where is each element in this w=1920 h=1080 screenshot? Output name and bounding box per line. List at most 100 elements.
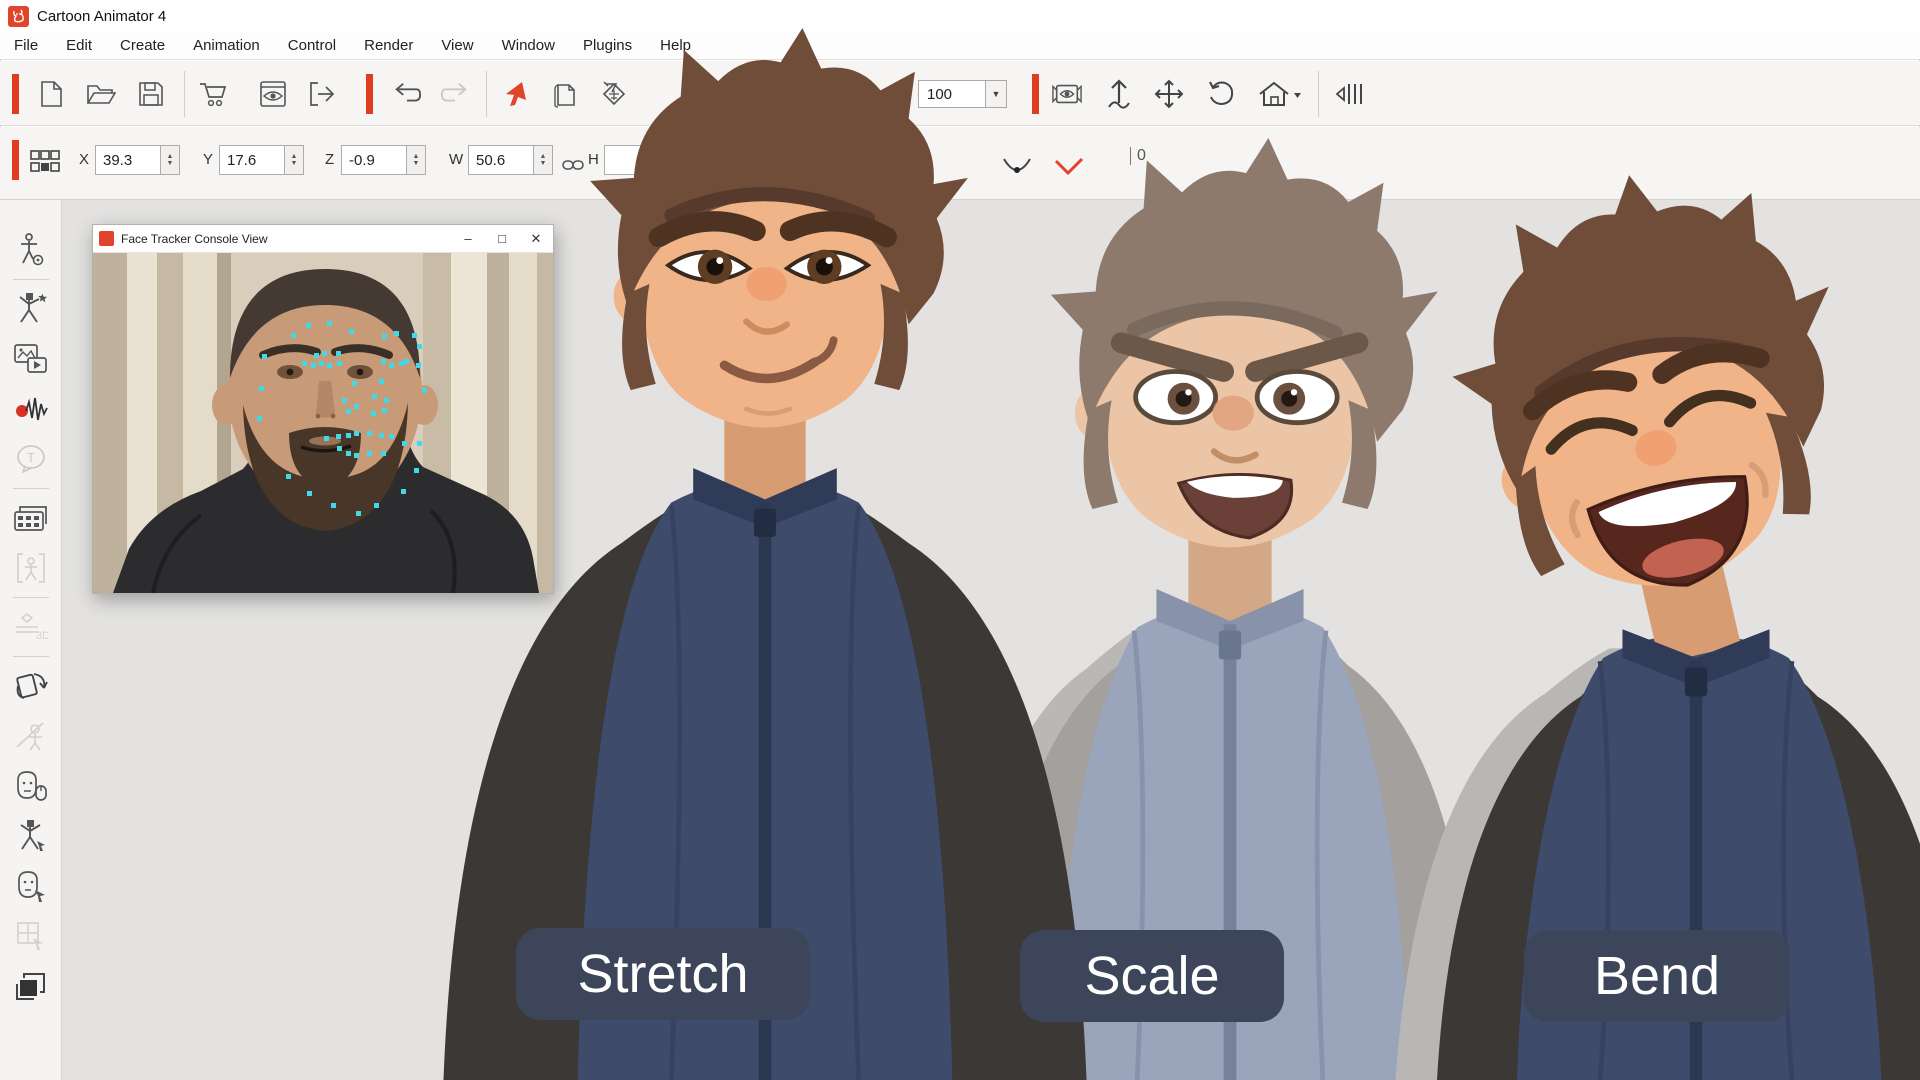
face-tracker-titlebar[interactable]: Face Tracker Console View – □ ✕ bbox=[93, 225, 553, 253]
tracking-dot bbox=[322, 351, 327, 356]
tracking-dot bbox=[259, 386, 264, 391]
sidebar-motion-capture bbox=[9, 546, 53, 590]
new-project-button[interactable] bbox=[36, 79, 66, 109]
hand-figure-icon bbox=[15, 721, 47, 751]
sidebar-divider bbox=[13, 597, 49, 598]
open-project-button[interactable] bbox=[86, 79, 116, 109]
menu-edit[interactable]: Edit bbox=[52, 37, 106, 54]
angle-value-field[interactable]: 0 bbox=[1130, 147, 1146, 165]
toolbar-red-separator bbox=[1032, 74, 1039, 114]
undo-button[interactable] bbox=[392, 79, 422, 109]
toolbar-red-separator bbox=[12, 140, 19, 180]
layout-grid-icon bbox=[30, 150, 60, 174]
title-bar[interactable]: Cartoon Animator 4 bbox=[0, 0, 1920, 32]
sidebar-grid-select bbox=[9, 914, 53, 958]
maximize-button[interactable]: □ bbox=[485, 225, 519, 253]
sidebar-actor-setup[interactable] bbox=[9, 228, 53, 272]
export-button[interactable] bbox=[308, 79, 338, 109]
h-field[interactable] bbox=[604, 145, 670, 175]
x-spinner[interactable]: ▲▼ bbox=[161, 145, 180, 175]
z-spinner[interactable]: ▲▼ bbox=[407, 145, 426, 175]
opacity-value: 100 bbox=[927, 86, 952, 103]
rotate-tool-button[interactable] bbox=[1206, 79, 1236, 109]
tracking-dot bbox=[336, 351, 341, 356]
x-field[interactable]: 39.3 bbox=[95, 145, 161, 175]
tracking-dot bbox=[336, 434, 341, 439]
media-play-icon bbox=[14, 344, 48, 374]
y-spinner[interactable]: ▲▼ bbox=[285, 145, 304, 175]
spinner-down-icon: ▼ bbox=[291, 160, 298, 167]
menu-window[interactable]: Window bbox=[488, 37, 569, 54]
tracking-dot bbox=[354, 453, 359, 458]
duplicate-button[interactable] bbox=[550, 79, 580, 109]
sidebar-face-puppet[interactable] bbox=[9, 764, 53, 808]
sidebar-flip-cards[interactable] bbox=[9, 664, 53, 708]
menu-view[interactable]: View bbox=[427, 37, 487, 54]
tracking-dot bbox=[372, 394, 377, 399]
tracking-dot bbox=[384, 398, 389, 403]
spinner-up-icon: ▲ bbox=[540, 153, 547, 160]
camera-preview-button[interactable] bbox=[1052, 79, 1082, 109]
face-cursor-icon bbox=[15, 870, 47, 902]
tracking-dot bbox=[319, 361, 324, 366]
opacity-value-field[interactable]: 100 bbox=[918, 80, 986, 108]
tracking-dot bbox=[257, 416, 262, 421]
menu-render[interactable]: Render bbox=[350, 37, 427, 54]
sidebar-face-key-edit[interactable] bbox=[9, 864, 53, 908]
redo-icon bbox=[440, 81, 470, 107]
z-value: -0.9 bbox=[349, 152, 375, 169]
x-value: 39.3 bbox=[103, 152, 132, 169]
sidebar-body-puppet[interactable] bbox=[9, 814, 53, 858]
three-d-icon: 3D bbox=[14, 613, 48, 641]
z-field[interactable]: -0.9 bbox=[341, 145, 407, 175]
keyboard-grid-icon bbox=[14, 504, 48, 532]
minimize-button[interactable]: – bbox=[451, 225, 485, 253]
spinner-up-icon: ▲ bbox=[413, 153, 420, 160]
bend-label: Bend bbox=[1524, 930, 1790, 1022]
tracking-dot bbox=[367, 451, 372, 456]
menu-animation[interactable]: Animation bbox=[179, 37, 274, 54]
close-button[interactable]: ✕ bbox=[519, 225, 553, 253]
home-view-button[interactable] bbox=[1256, 79, 1304, 109]
tracking-dot bbox=[327, 321, 332, 326]
transform-toolbar: X 39.3 ▲▼ Y 17.6 ▲▼ Z -0.9 ▲▼ W 50.6 ▲▼ … bbox=[0, 127, 1920, 200]
sidebar-record-audio[interactable] bbox=[9, 387, 53, 431]
tracking-dot bbox=[286, 474, 291, 479]
link-wh-button[interactable] bbox=[558, 150, 588, 180]
menu-bar: File Edit Create Animation Control Rende… bbox=[0, 32, 1920, 60]
menu-plugins[interactable]: Plugins bbox=[569, 37, 646, 54]
move-tool-button[interactable] bbox=[1154, 79, 1184, 109]
preview-button[interactable] bbox=[258, 79, 288, 109]
pin-to-top-button[interactable] bbox=[1104, 79, 1134, 109]
maximize-icon: □ bbox=[498, 231, 506, 246]
sidebar-media-props[interactable] bbox=[9, 337, 53, 381]
sidebar-composer-keyboard[interactable] bbox=[9, 496, 53, 540]
w-field[interactable]: 50.6 bbox=[468, 145, 534, 175]
w-spinner[interactable]: ▲▼ bbox=[534, 145, 553, 175]
red-check-button[interactable] bbox=[1054, 151, 1084, 181]
sidebar-layer-duplicate[interactable] bbox=[9, 964, 53, 1008]
menu-help[interactable]: Help bbox=[646, 37, 705, 54]
layout-grid-button[interactable] bbox=[30, 147, 60, 177]
menu-create[interactable]: Create bbox=[106, 37, 179, 54]
open-folder-icon bbox=[86, 81, 116, 107]
select-tool-button[interactable] bbox=[500, 79, 530, 109]
tracking-dot bbox=[356, 511, 361, 516]
ease-curve-button[interactable] bbox=[1002, 151, 1032, 181]
opacity-dropdown-button[interactable]: ▼ bbox=[985, 80, 1007, 108]
sidebar-motion-animation[interactable] bbox=[9, 287, 53, 331]
menu-control[interactable]: Control bbox=[274, 37, 350, 54]
mocap-figure-icon bbox=[15, 552, 47, 584]
paint-bucket-button[interactable] bbox=[600, 79, 630, 109]
toolbar-separator bbox=[184, 71, 185, 117]
h-label: H bbox=[588, 151, 599, 168]
tracking-dot bbox=[354, 431, 359, 436]
audio-mixer-button[interactable] bbox=[1334, 79, 1364, 109]
sidebar-convert-3d: 3D bbox=[9, 605, 53, 649]
tracking-dot bbox=[404, 359, 409, 364]
stretch-label: Stretch bbox=[516, 928, 810, 1020]
y-field[interactable]: 17.6 bbox=[219, 145, 285, 175]
content-store-button[interactable] bbox=[198, 79, 228, 109]
save-project-button[interactable] bbox=[136, 79, 166, 109]
menu-file[interactable]: File bbox=[0, 37, 52, 54]
